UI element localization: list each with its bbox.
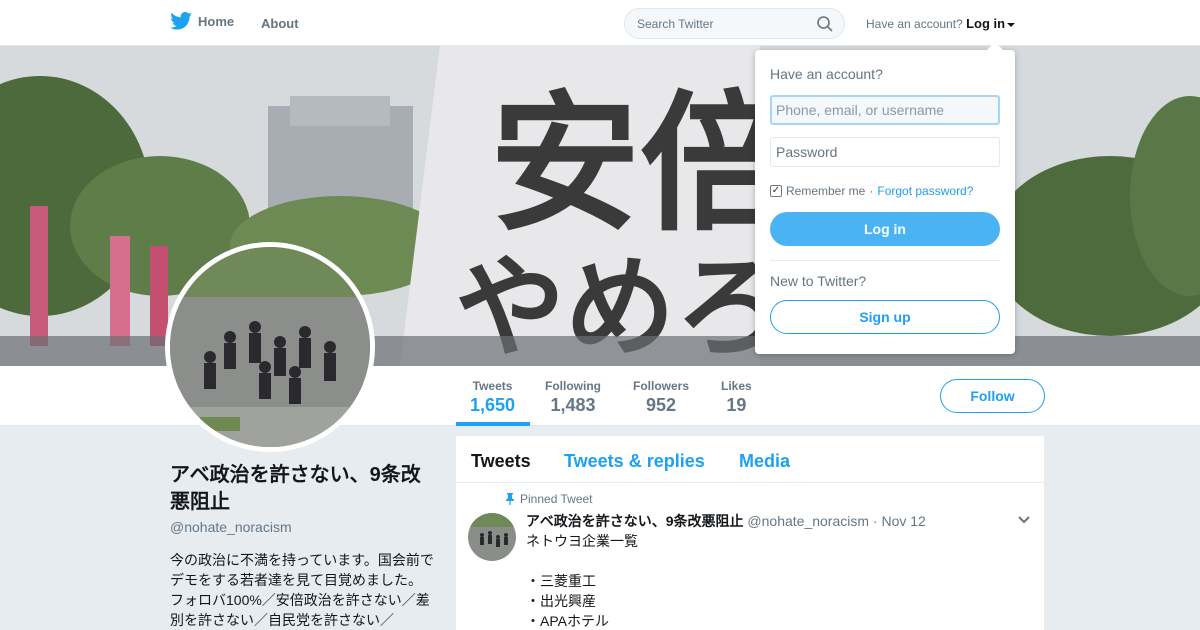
stat-following-value: 1,483 <box>550 395 596 415</box>
login-dropdown-toggle[interactable]: Log in <box>966 16 1016 31</box>
profile-avatar[interactable] <box>165 242 375 452</box>
nav-home-link[interactable]: Home <box>170 12 234 30</box>
remember-separator: · <box>869 184 874 198</box>
stat-likes-value: 19 <box>726 395 747 415</box>
tweet-avatar[interactable] <box>468 513 516 561</box>
pinned-label: Pinned Tweet <box>520 492 593 506</box>
signup-button[interactable]: Sign up <box>770 300 1000 334</box>
tweet-avatar-image <box>468 513 516 561</box>
tweet-author-handle[interactable]: @nohate_noracism <box>747 513 869 529</box>
stat-following[interactable]: Following 1,483 <box>545 379 601 416</box>
tweet-author-name[interactable]: アベ政治を許さない、9条改悪阻止 <box>526 513 744 529</box>
have-account-text: Have an account? <box>866 17 963 31</box>
stat-tweets-label: Tweets <box>472 379 513 393</box>
dropdown-arrow <box>986 42 1004 51</box>
tweet-line <box>526 551 638 571</box>
stat-likes-label: Likes <box>721 379 752 393</box>
login-dropdown-title: Have an account? <box>770 66 883 82</box>
follow-button[interactable]: Follow <box>940 379 1045 413</box>
stat-tweets[interactable]: Tweets 1,650 <box>470 379 515 416</box>
tweet-header: アベ政治を許さない、9条改悪阻止 @nohate_noracism · Nov … <box>526 511 926 531</box>
login-prompt: Have an account? Log in <box>866 16 1016 31</box>
login-link-label: Log in <box>966 16 1006 31</box>
chevron-down-icon[interactable] <box>1017 515 1031 525</box>
password-field[interactable]: Password <box>770 137 1000 167</box>
remember-me-checkbox[interactable]: ✓ <box>770 185 782 197</box>
profile-bio: 今の政治に不満を持っています。国会前でデモをする若者達を見て目覚めました。フォロ… <box>170 552 434 628</box>
profile-name: アベ政治を許さない、9条改悪阻止 <box>170 464 421 513</box>
stat-likes[interactable]: Likes 19 <box>721 379 752 416</box>
tweet-line: ・出光興産 <box>526 593 596 609</box>
avatar-crowd-image <box>170 247 370 447</box>
active-stat-underline <box>456 422 530 426</box>
username-placeholder: Phone, email, or username <box>776 102 945 118</box>
tweet-line: ・三菱重工 <box>526 573 596 589</box>
tab-tweets-replies[interactable]: Tweets & replies <box>564 451 705 472</box>
search-placeholder: Search Twitter <box>637 17 714 31</box>
stat-followers-label: Followers <box>633 379 690 393</box>
username-field[interactable]: Phone, email, or username <box>770 95 1000 125</box>
new-to-twitter-text: New to Twitter? <box>770 273 867 289</box>
stat-followers[interactable]: Followers 952 <box>633 379 689 416</box>
tab-media[interactable]: Media <box>739 451 790 472</box>
nav-home-label: Home <box>198 13 235 29</box>
dropdown-divider <box>770 260 1000 261</box>
pin-icon <box>506 493 514 505</box>
timeline: Tweets Tweets & replies Media Pinned Twe… <box>456 436 1044 630</box>
tweet-text: ネトウヨ企業一覧 ・三菱重工 ・出光興産 ・APAホテル <box>526 531 638 630</box>
tweet-separator: · <box>872 513 878 529</box>
stat-following-label: Following <box>545 379 601 393</box>
tweet-line: ・APAホテル <box>526 613 609 629</box>
forgot-password-link[interactable]: Forgot password? <box>877 184 973 198</box>
search-input[interactable]: Search Twitter <box>624 8 845 39</box>
search-icon[interactable] <box>816 15 834 33</box>
caret-down-icon <box>1007 22 1016 27</box>
sign-text-top: 安倍 <box>490 76 790 252</box>
remember-row: ✓ Remember me · Forgot password? <box>770 184 973 198</box>
login-dropdown: Have an account? Phone, email, or userna… <box>755 42 1015 354</box>
login-button[interactable]: Log in <box>770 212 1000 246</box>
tweet-date[interactable]: Nov 12 <box>881 513 925 529</box>
twitter-bird-icon <box>170 12 192 30</box>
timeline-tabs: Tweets Tweets & replies Media <box>456 436 1044 483</box>
stat-tweets-value: 1,650 <box>470 395 516 415</box>
tab-tweets[interactable]: Tweets <box>471 451 531 472</box>
nav-about-link[interactable]: About <box>261 16 299 31</box>
tweet-line: ネトウヨ企業一覧 <box>526 533 638 549</box>
password-placeholder: Password <box>776 144 838 160</box>
pinned-label-row: Pinned Tweet <box>504 492 593 506</box>
stat-followers-value: 952 <box>645 395 677 415</box>
top-nav-bar: Home About Search Twitter Have an accoun… <box>0 0 1200 46</box>
remember-me-label[interactable]: Remember me <box>786 184 865 198</box>
profile-handle[interactable]: @nohate_noracism <box>170 519 292 535</box>
